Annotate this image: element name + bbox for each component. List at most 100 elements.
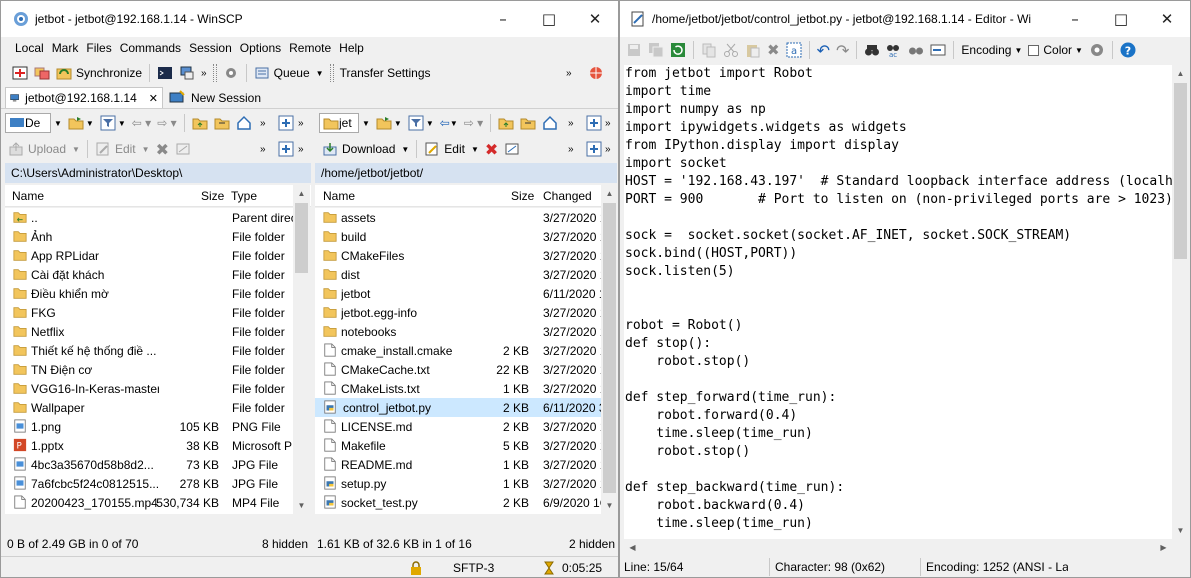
local-scrollbar[interactable]: ▲ ▼ <box>293 185 310 514</box>
remote-file-row[interactable]: CMakeCache.txt 22 KB 3/27/2020 1 <box>315 360 601 379</box>
remote-parent-button[interactable] <box>495 112 517 134</box>
color-checkbox[interactable] <box>1028 44 1040 56</box>
code-line[interactable]: HOST = '192.168.43.197' # Standard loopb… <box>624 173 1174 191</box>
save-all-button[interactable] <box>645 39 667 61</box>
local-path-bar[interactable]: C:\Users\Administrator\Desktop\ <box>5 163 311 183</box>
local-col-size[interactable]: Size <box>201 189 224 203</box>
remote-file-row[interactable]: Makefile 5 KB 3/27/2020 1 <box>315 436 601 455</box>
local-col-name[interactable]: Name <box>12 189 44 203</box>
code-line[interactable]: import numpy as np <box>624 101 1174 119</box>
remote-open-folder-button[interactable]: ▼ <box>373 112 405 134</box>
scroll-down-icon[interactable]: ▼ <box>1172 522 1189 539</box>
remote-root-button[interactable] <box>517 112 539 134</box>
tab-new-session[interactable]: New Session <box>165 87 265 108</box>
minimize-button[interactable]: – <box>480 1 526 37</box>
remote-drive-select[interactable]: jet <box>319 113 359 133</box>
code-line[interactable]: import socket <box>624 155 1174 173</box>
remote-toolbar-overflow-3[interactable]: » <box>565 138 577 160</box>
replace-button[interactable]: ac <box>883 39 905 61</box>
local-add-button[interactable] <box>275 112 297 134</box>
local-file-row[interactable]: Wallpaper File folder <box>5 398 293 417</box>
code-line[interactable]: from IPython.display import display <box>624 137 1174 155</box>
local-properties-button[interactable] <box>172 138 194 160</box>
remote-filter-button[interactable]: ▼ <box>405 112 437 134</box>
editor-maximize-button[interactable]: □ <box>1098 1 1144 37</box>
remote-col-changed[interactable]: Changed <box>543 189 592 203</box>
remote-properties-button[interactable] <box>501 138 523 160</box>
local-file-row[interactable]: 20200423_170155.mp4 530,734 KB MP4 File <box>5 493 293 512</box>
download-button[interactable]: Download ▼ <box>319 138 412 160</box>
find-next-button[interactable] <box>905 39 927 61</box>
remote-file-row[interactable]: cmake_install.cmake 2 KB 3/27/2020 1 <box>315 341 601 360</box>
remote-col-name[interactable]: Name <box>323 189 355 203</box>
editor-vscroll-thumb[interactable] <box>1174 83 1187 259</box>
code-line[interactable] <box>624 281 1174 299</box>
redo-button[interactable]: ↷ <box>833 39 852 61</box>
remote-file-row[interactable]: notebooks 3/27/2020 1 <box>315 322 601 341</box>
editor-hscrollbar[interactable]: ◀ ▶ <box>624 539 1172 556</box>
remote-forward-button[interactable]: ⇨ ▾ <box>461 112 486 134</box>
remote-toolbar-overflow-4[interactable]: » <box>602 138 614 160</box>
local-drive-select[interactable]: De <box>5 113 51 133</box>
local-file-row[interactable]: Thiết kế hệ thống điề ... File folder <box>5 341 293 360</box>
local-forward-button[interactable]: ⇨ ▾ <box>154 112 179 134</box>
remote-delete-button[interactable]: ✖ <box>482 138 501 160</box>
code-line[interactable]: def step_forward(time_run): <box>624 389 1174 407</box>
console-button[interactable] <box>154 62 176 84</box>
local-file-row[interactable]: P 1.pptx 38 KB Microsoft P <box>5 436 293 455</box>
local-file-row[interactable]: VGG16-In-Keras-master File folder <box>5 379 293 398</box>
local-file-row[interactable]: Điều khiển mờ File folder <box>5 284 293 303</box>
code-line[interactable]: import time <box>624 83 1174 101</box>
goto-line-button[interactable] <box>927 39 949 61</box>
code-line[interactable]: robot.backward(0.4) <box>624 497 1174 515</box>
compare-dirs-button[interactable] <box>9 62 31 84</box>
remote-file-row[interactable]: CMakeLists.txt 1 KB 3/27/2020 1 <box>315 379 601 398</box>
scroll-left-icon[interactable]: ◀ <box>624 539 641 556</box>
local-scroll-thumb[interactable] <box>295 203 308 273</box>
local-open-folder-button[interactable]: ▼ <box>65 112 97 134</box>
remote-toolbar-overflow[interactable]: » <box>565 112 577 134</box>
code-line[interactable] <box>624 371 1174 389</box>
local-hidden-count[interactable]: 8 hidden <box>262 537 308 551</box>
upload-button[interactable]: Upload ▼ <box>5 138 83 160</box>
editor-preferences-button[interactable] <box>1086 39 1108 61</box>
editor-minimize-button[interactable]: – <box>1052 1 1098 37</box>
local-add-button-2[interactable] <box>275 138 297 160</box>
code-line[interactable]: robot.stop() <box>624 443 1174 461</box>
queue-button[interactable]: Queue ▼ <box>251 62 327 84</box>
remote-edit-button[interactable]: Edit ▼ <box>421 138 482 160</box>
menu-commands[interactable]: Commands <box>120 41 181 55</box>
color-button[interactable]: Color ▼ <box>1025 39 1086 61</box>
scroll-down-icon[interactable]: ▼ <box>293 497 310 514</box>
editor-close-button[interactable]: ✕ <box>1144 1 1190 37</box>
code-line[interactable]: import ipywidgets.widgets as widgets <box>624 119 1174 137</box>
remote-file-list[interactable]: assets 3/27/2020 1 build 3/27/2020 1 CMakeFi… <box>315 208 601 514</box>
code-line[interactable]: def stop(): <box>624 335 1174 353</box>
remote-hidden-count[interactable]: 2 hidden <box>569 537 615 551</box>
remote-path-bar[interactable]: /home/jetbot/jetbot/ <box>315 163 617 183</box>
local-file-row[interactable]: 7a6fcbc5f24c0812515... 278 KB JPG File <box>5 474 293 493</box>
menu-files[interactable]: Files <box>86 41 111 55</box>
tab-session[interactable]: jetbot@192.168.1.14 ✕ <box>5 87 163 108</box>
local-file-row[interactable]: 1.png 105 KB PNG File <box>5 417 293 436</box>
menu-local[interactable]: Local <box>15 41 44 55</box>
local-file-row[interactable]: .. Parent direc <box>5 208 293 227</box>
local-file-row[interactable]: Cài đặt khách File folder <box>5 265 293 284</box>
remote-file-row[interactable]: jetbot.egg-info 3/27/2020 1 <box>315 303 601 322</box>
scroll-right-icon[interactable]: ▶ <box>1155 539 1172 556</box>
close-icon[interactable]: ✕ <box>149 92 158 105</box>
scroll-up-icon[interactable]: ▲ <box>1172 65 1189 82</box>
local-toolbar-overflow-2[interactable]: » <box>295 112 307 134</box>
code-line[interactable]: time.sleep(time_run) <box>624 515 1174 533</box>
scroll-up-icon[interactable]: ▲ <box>601 185 618 202</box>
sync-browse-button[interactable] <box>31 62 53 84</box>
toolbar-overflow-2[interactable]: » <box>563 62 575 84</box>
code-line[interactable] <box>624 299 1174 317</box>
local-file-row[interactable]: Netflix File folder <box>5 322 293 341</box>
local-file-row[interactable]: Ảnh File folder <box>5 227 293 246</box>
local-edit-button[interactable]: Edit ▼ <box>92 138 153 160</box>
local-file-list[interactable]: .. Parent direc Ảnh File folder App RPLidar F… <box>5 208 293 514</box>
preferences-button[interactable] <box>220 62 242 84</box>
code-line[interactable] <box>624 461 1174 479</box>
transfer-settings-button[interactable]: Transfer Settings <box>337 62 434 84</box>
